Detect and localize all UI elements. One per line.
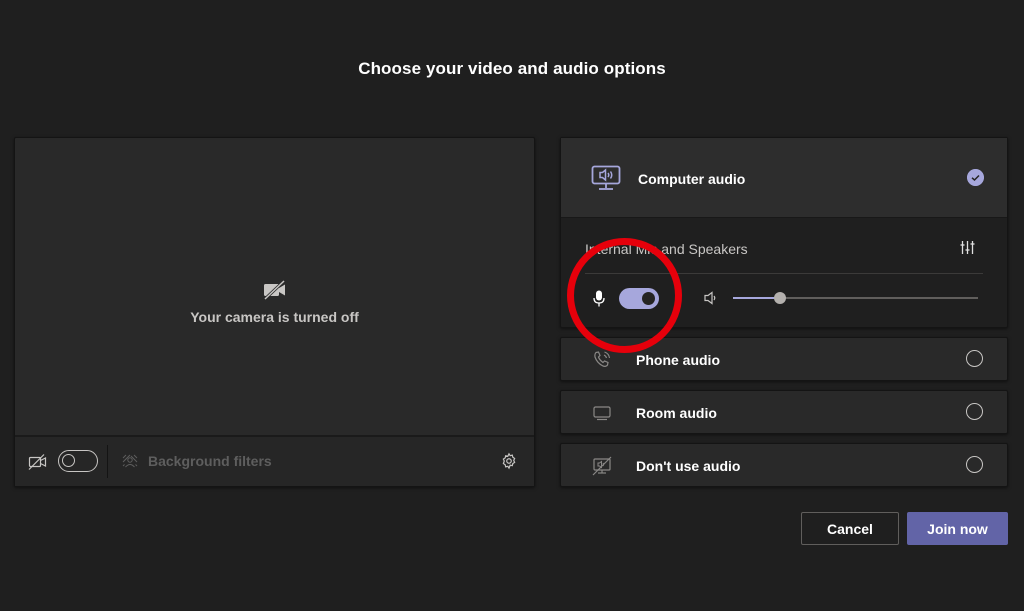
monitor-speaker-icon [591,165,621,190]
video-preview: Your camera is turned off [15,138,534,436]
audio-device-label[interactable]: Internal Mic and Speakers [585,241,748,257]
camera-off-message: Your camera is turned off [190,308,359,325]
camera-off-icon [263,279,285,300]
no-audio-icon [592,456,612,476]
device-settings-sliders-icon[interactable] [960,240,975,255]
microphone-toggle[interactable] [619,288,659,309]
phone-audio-radio[interactable] [966,350,983,367]
room-display-icon [593,406,611,421]
phone-audio-option[interactable]: Phone audio [560,337,1008,381]
phone-audio-label: Phone audio [636,352,720,368]
video-toolbar: Background filters [15,435,534,486]
gear-icon[interactable] [500,452,518,470]
checkmark-selected-icon [967,169,984,186]
microphone-toggle-knob [642,292,655,305]
camera-toggle[interactable] [58,450,98,472]
no-audio-option[interactable]: Don't use audio [560,443,1008,487]
volume-fill [733,297,780,299]
room-audio-label: Room audio [636,405,717,421]
no-audio-radio[interactable] [966,456,983,473]
microphone-icon [593,290,605,307]
background-blur-icon [122,454,138,468]
computer-audio-label: Computer audio [638,171,746,187]
page-title: Choose your video and audio options [358,59,666,78]
speaker-volume-slider[interactable] [733,292,978,304]
background-filters-button[interactable]: Background filters [148,453,272,469]
computer-audio-option[interactable]: Computer audio [561,138,1007,218]
join-now-button[interactable]: Join now [907,512,1008,545]
divider [585,273,983,274]
phone-icon [594,351,611,367]
toolbar-divider [107,445,108,478]
room-audio-radio[interactable] [966,403,983,420]
camera-toggle-knob [62,454,75,467]
video-preview-panel: Your camera is turned off Background fil… [14,137,535,487]
no-audio-label: Don't use audio [636,458,741,474]
room-audio-option[interactable]: Room audio [560,390,1008,434]
speaker-icon [704,291,716,305]
camera-off-icon [28,454,47,470]
cancel-button[interactable]: Cancel [801,512,899,545]
computer-audio-panel: Computer audio Internal Mic and Speakers [560,137,1008,328]
volume-slider-thumb[interactable] [773,292,786,304]
